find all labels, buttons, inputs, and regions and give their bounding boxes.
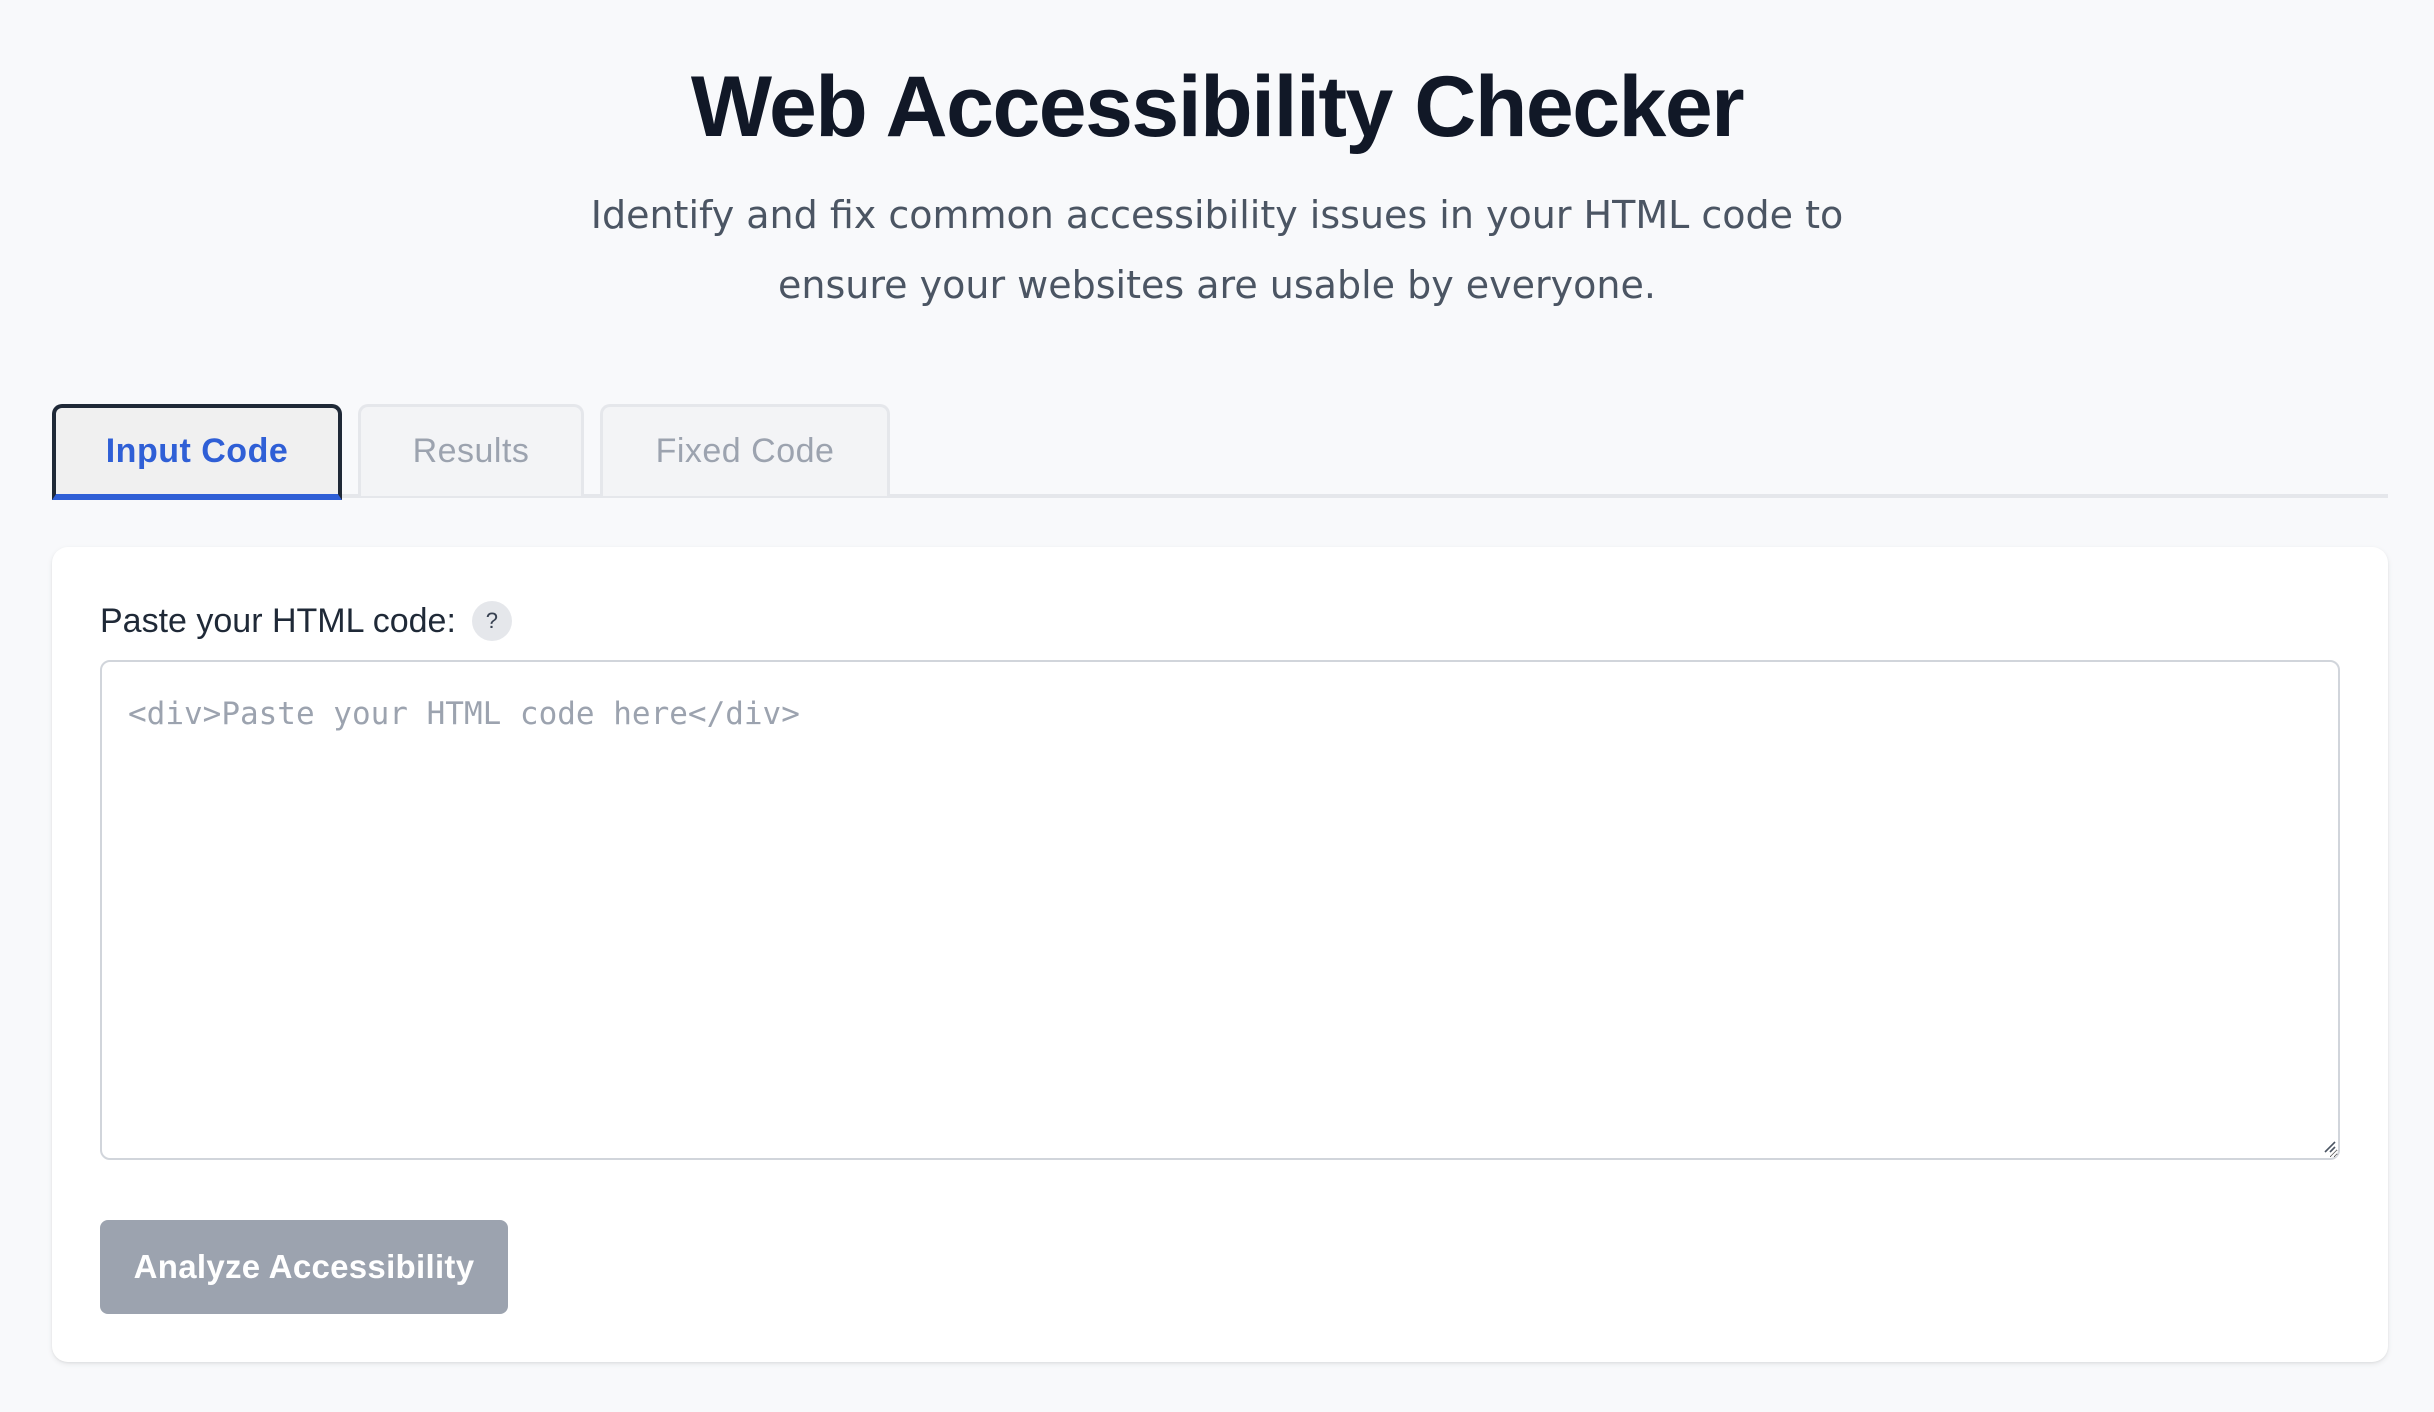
page-title: Web Accessibility Checker	[690, 59, 1745, 155]
html-code-input[interactable]	[100, 660, 2340, 1160]
help-icon[interactable]: ?	[471, 601, 512, 641]
page-subtitle: Identify and fix common accessibility is…	[590, 193, 1844, 307]
input-card: Paste your HTML code: ? Analyze Accessib…	[52, 547, 2388, 1362]
code-label-row: Paste your HTML code: ?	[100, 599, 512, 643]
tab-results[interactable]: Results	[358, 404, 584, 496]
resize-grip-icon[interactable]	[2322, 1139, 2336, 1153]
tab-input-code[interactable]: Input Code	[52, 404, 342, 500]
page: Web Accessibility Checker Identify and f…	[0, 0, 2434, 1412]
tab-bar: Input Code Results Fixed Code	[52, 404, 2388, 500]
code-input-label: Paste your HTML code:	[100, 601, 456, 640]
tab-fixed-code[interactable]: Fixed Code	[600, 404, 890, 496]
analyze-accessibility-button[interactable]: Analyze Accessibility	[100, 1220, 508, 1314]
